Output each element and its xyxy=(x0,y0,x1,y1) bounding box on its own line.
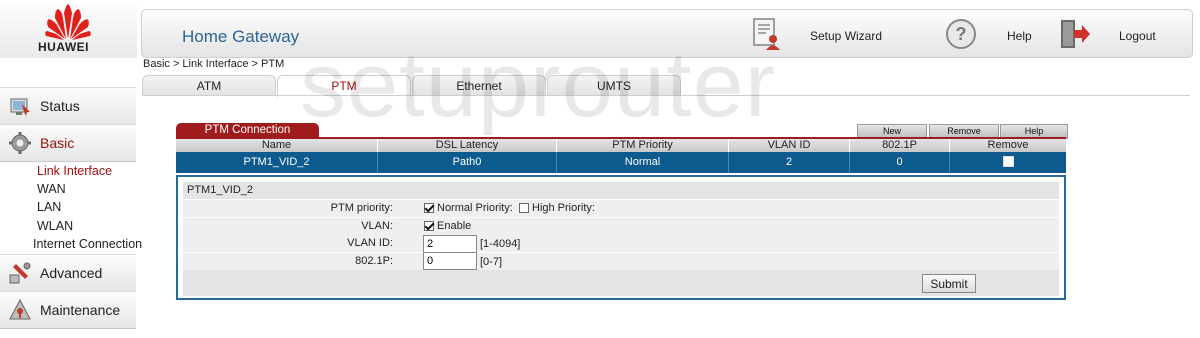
column-remove: Remove xyxy=(987,139,1029,151)
sidebar-item-wan[interactable]: WAN xyxy=(37,182,66,196)
p8021-label: 802.1P: xyxy=(355,255,393,267)
logout-icon xyxy=(1061,20,1090,48)
cell-ptm-priority: Normal xyxy=(557,152,729,173)
sidebar-advanced-label: Advanced xyxy=(40,265,103,281)
tab-ptm[interactable]: PTM xyxy=(277,75,411,97)
sidebar-item-maintenance[interactable]: Maintenance xyxy=(0,291,136,329)
sidebar-item-lan[interactable]: LAN xyxy=(37,200,61,214)
sidebar-status-label: Status xyxy=(40,98,80,114)
setup-wizard-label: Setup Wizard xyxy=(810,29,883,43)
sidebar-item-basic[interactable]: Basic xyxy=(0,124,136,162)
cell-remove xyxy=(950,152,1066,173)
vlan-label: VLAN: xyxy=(361,220,393,232)
vlan-id-label: VLAN ID: xyxy=(347,237,393,249)
huawei-flower-icon xyxy=(45,4,91,40)
normal-priority-checkbox[interactable] xyxy=(424,203,434,213)
sidebar-item-internet-connection[interactable]: Internet Connection xyxy=(33,237,142,251)
tab-umts[interactable]: UMTS xyxy=(547,75,681,96)
sidebar-item-link-interface[interactable]: Link Interface xyxy=(37,164,112,178)
p8021-input[interactable] xyxy=(423,252,477,270)
advanced-tools-icon xyxy=(9,262,31,284)
help-button[interactable]: ? Help xyxy=(945,10,1045,57)
panel-title: PTM1_VID_2 xyxy=(183,182,1059,199)
submit-button[interactable]: Submit xyxy=(922,274,976,293)
tab-atm[interactable]: ATM xyxy=(142,75,276,96)
sidebar-maintenance-label: Maintenance xyxy=(40,302,121,318)
breadcrumb: Basic > Link Interface > PTM xyxy=(143,58,285,70)
high-priority-checkbox[interactable] xyxy=(519,203,529,213)
high-priority-label: High Priority: xyxy=(532,202,595,214)
app-title: Home Gateway xyxy=(182,27,300,46)
sidebar-item-advanced[interactable]: Advanced xyxy=(0,254,136,292)
tab-divider xyxy=(142,95,1190,96)
normal-priority-label: Normal Priority: xyxy=(437,202,513,214)
ptm-connection-tab: PTM Connection xyxy=(176,123,319,138)
wizard-icon xyxy=(753,18,780,50)
logout-button[interactable]: Logout xyxy=(1056,10,1176,57)
submit-row: Submit xyxy=(183,270,1059,296)
help-icon: ? xyxy=(946,19,976,49)
vlan-id-range: [1-4094] xyxy=(480,238,521,250)
cell-8021p: 0 xyxy=(850,152,950,173)
status-icon xyxy=(10,98,30,116)
ptm-priority-row: PTM priority: Normal Priority: High Prio… xyxy=(183,200,1059,218)
column-8021p: 802.1P xyxy=(850,139,950,152)
column-dsl-latency: DSL Latency xyxy=(378,139,557,152)
svg-text:?: ? xyxy=(956,24,967,44)
ptm-detail-panel: PTM1_VID_2 PTM priority: Normal Priority… xyxy=(176,175,1066,300)
gear-icon xyxy=(9,132,31,154)
vlan-enable-label: Enable xyxy=(437,220,472,232)
cell-dsl-latency: Path0 xyxy=(378,152,557,173)
cell-vlan-id: 2 xyxy=(729,152,850,173)
sidebar-item-status[interactable]: Status xyxy=(0,87,136,125)
tab-bar: ATM PTM Ethernet UMTS xyxy=(142,75,1190,97)
vlan-id-row: VLAN ID: [1-4094] xyxy=(183,235,1059,253)
remove-checkbox[interactable] xyxy=(1002,155,1014,167)
p8021-range: [0-7] xyxy=(480,256,503,268)
column-ptm-priority: PTM Priority xyxy=(557,139,729,152)
table-header: Name DSL Latency PTM Priority VLAN ID 80… xyxy=(176,139,1066,152)
p8021-row: 802.1P: [0-7] xyxy=(183,252,1059,271)
table-row[interactable]: PTM1_VID_2 Path0 Normal 2 0 xyxy=(176,152,1066,173)
ptm-priority-label: PTM priority: xyxy=(330,202,393,214)
brand-name: HUAWEI xyxy=(38,40,89,54)
sidebar-basic-label: Basic xyxy=(40,135,75,151)
setup-wizard-button[interactable]: Setup Wizard xyxy=(750,10,890,57)
tab-ethernet[interactable]: Ethernet xyxy=(412,75,546,96)
logout-label: Logout xyxy=(1119,29,1156,43)
header-bar: Home Gateway Setup Wizard ? Help Logout xyxy=(141,9,1193,58)
column-vlan-id: VLAN ID xyxy=(729,139,850,152)
vlan-enable-checkbox[interactable] xyxy=(424,221,434,231)
help-label: Help xyxy=(1007,29,1032,43)
sidebar-item-wlan[interactable]: WLAN xyxy=(37,219,73,233)
huawei-logo: HUAWEI xyxy=(0,0,137,58)
maintenance-icon xyxy=(9,298,31,320)
vlan-row: VLAN: Enable xyxy=(183,218,1059,236)
column-name: Name xyxy=(176,139,378,152)
cell-name: PTM1_VID_2 xyxy=(176,152,378,173)
vlan-id-input[interactable] xyxy=(423,235,477,253)
